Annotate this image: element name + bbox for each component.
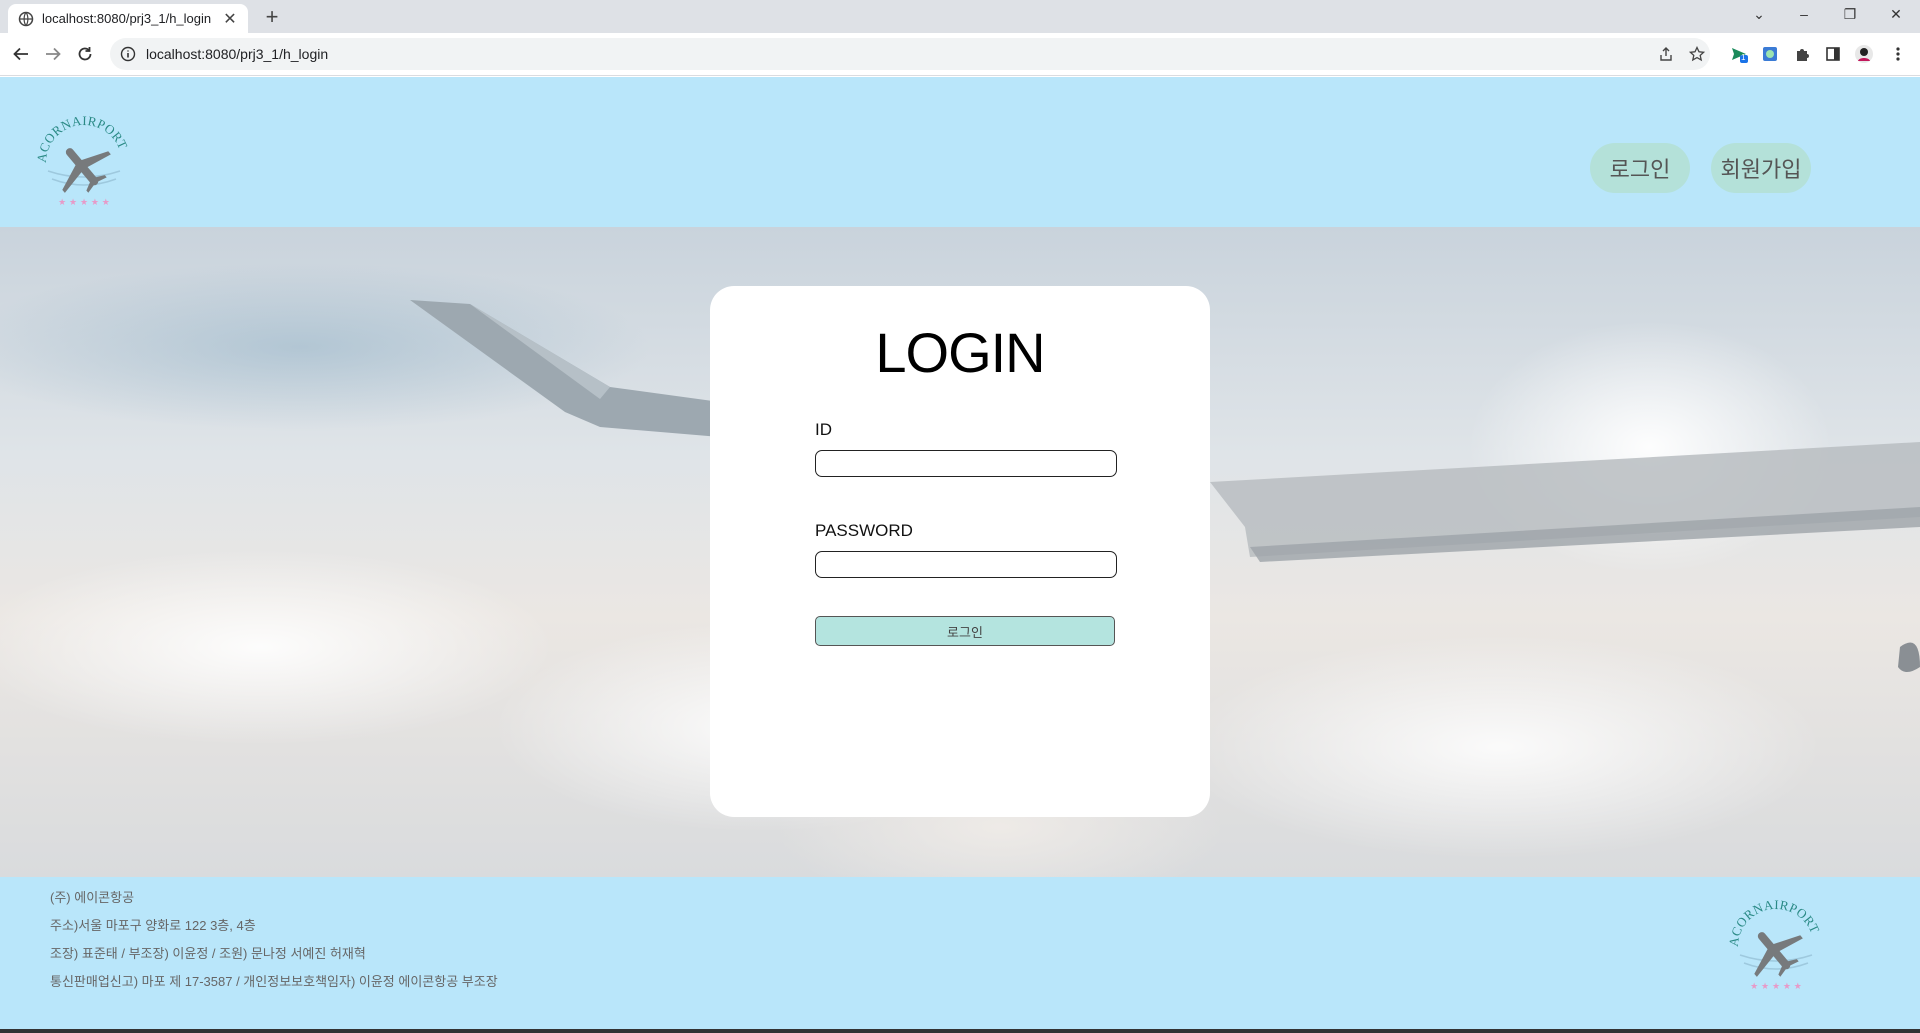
back-button[interactable] xyxy=(10,43,32,65)
svg-text:★ ★ ★ ★ ★: ★ ★ ★ ★ ★ xyxy=(1750,982,1802,992)
site-header: ACORNAIRPORT ★ ★ ★ ★ ★ 로그인 회원가입 xyxy=(0,77,1920,227)
id-label: ID xyxy=(815,420,832,439)
reload-button[interactable] xyxy=(74,43,96,65)
browser-menu-icon[interactable] xyxy=(1887,43,1909,65)
url-text: localhost:8080/prj3_1/h_login xyxy=(146,46,329,62)
page-content: ACORNAIRPORT ★ ★ ★ ★ ★ 로그인 회원가입 LOGIN ID… xyxy=(0,77,1920,1029)
airplane-logo-icon: ACORNAIRPORT ★ ★ ★ ★ ★ xyxy=(1726,897,1823,992)
svg-text:ACORNAIRPORT: ACORNAIRPORT xyxy=(34,113,131,164)
share-icon[interactable] xyxy=(1655,43,1677,65)
send-extension-icon[interactable]: 1 xyxy=(1728,43,1750,65)
footer-registration: 통신판매업신고) 마포 제 17-3587 / 개인정보보호책임자) 이윤정 에… xyxy=(50,974,498,989)
reload-icon xyxy=(78,47,92,61)
profile-avatar-icon[interactable] xyxy=(1853,43,1875,65)
side-panel-icon[interactable] xyxy=(1822,43,1844,65)
login-submit-button[interactable]: 로그인 xyxy=(815,616,1115,646)
sky-background: LOGIN ID PASSWORD 로그인 xyxy=(0,227,1920,877)
back-arrow-icon xyxy=(13,47,28,61)
site-footer: (주) 에이콘항공 주소)서울 마포구 양화로 122 3층, 4층 조장) 표… xyxy=(0,877,1920,1029)
browser-toolbar: localhost:8080/prj3_1/h_login 1 xyxy=(0,33,1920,76)
svg-text:★ ★ ★ ★ ★: ★ ★ ★ ★ ★ xyxy=(58,198,110,208)
forward-arrow-icon xyxy=(46,47,61,61)
site-logo[interactable]: ACORNAIRPORT ★ ★ ★ ★ ★ xyxy=(34,111,134,211)
translate-extension-icon[interactable] xyxy=(1759,43,1781,65)
close-tab-icon[interactable]: ✕ xyxy=(222,9,238,29)
footer-company: (주) 에이콘항공 xyxy=(50,890,135,905)
svg-text:ACORNAIRPORT: ACORNAIRPORT xyxy=(1726,897,1823,948)
info-icon[interactable] xyxy=(120,46,136,62)
login-card: LOGIN ID PASSWORD 로그인 xyxy=(710,286,1210,817)
bookmark-star-icon[interactable] xyxy=(1686,43,1708,65)
password-label: PASSWORD xyxy=(815,521,913,540)
address-bar[interactable]: localhost:8080/prj3_1/h_login xyxy=(110,38,1710,70)
password-input[interactable] xyxy=(815,551,1117,578)
browser-tab[interactable]: localhost:8080/prj3_1/h_login ✕ xyxy=(8,4,248,33)
extension-badge: 1 xyxy=(1741,53,1746,62)
tab-strip: localhost:8080/prj3_1/h_login ✕ + ⌄ – ❐ … xyxy=(0,0,1920,33)
tab-search-icon[interactable]: ⌄ xyxy=(1749,6,1769,23)
id-input[interactable] xyxy=(815,450,1117,477)
tab-title: localhost:8080/prj3_1/h_login xyxy=(42,11,212,26)
forward-button[interactable] xyxy=(42,43,64,65)
globe-icon xyxy=(18,11,34,26)
footer-logo: ACORNAIRPORT ★ ★ ★ ★ ★ xyxy=(1726,895,1826,995)
restore-button[interactable]: ❐ xyxy=(1840,6,1860,23)
extensions-puzzle-icon[interactable] xyxy=(1791,43,1813,65)
nav-login-button[interactable]: 로그인 xyxy=(1590,143,1690,193)
nav-signup-button[interactable]: 회원가입 xyxy=(1711,143,1811,193)
footer-address: 주소)서울 마포구 양화로 122 3층, 4층 xyxy=(50,918,256,933)
login-title: LOGIN xyxy=(875,321,1045,384)
minimize-button[interactable]: – xyxy=(1794,6,1814,22)
bottom-border xyxy=(0,1029,1920,1033)
close-window-button[interactable]: ✕ xyxy=(1886,6,1906,23)
new-tab-button[interactable]: + xyxy=(260,6,284,28)
airplane-logo-icon: ACORNAIRPORT ★ ★ ★ ★ ★ xyxy=(34,113,131,208)
footer-team: 조장) 표준태 / 부조장) 이윤정 / 조원) 문나정 서예진 허재혁 xyxy=(50,946,366,961)
